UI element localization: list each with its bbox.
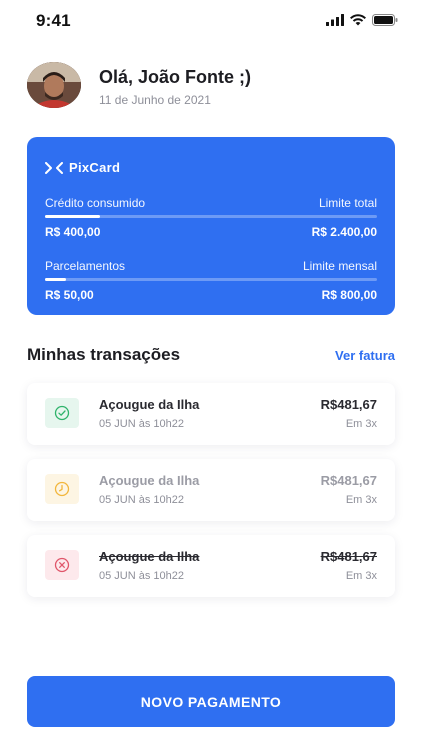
transaction-merchant: Açougue da Ilha bbox=[99, 397, 200, 412]
credit-consumed-value: R$ 400,00 bbox=[45, 225, 101, 239]
transaction-item-pending[interactable]: Açougue da Ilha 05 JUN às 10h22 R$481,67… bbox=[27, 459, 395, 521]
transaction-status-badge bbox=[45, 398, 79, 428]
status-icons bbox=[326, 14, 398, 26]
card-brand-name: PixCard bbox=[69, 160, 121, 175]
total-limit-value: R$ 2.400,00 bbox=[311, 225, 377, 239]
transaction-installments: Em 3x bbox=[345, 570, 377, 582]
transaction-installments: Em 3x bbox=[345, 494, 377, 506]
monthly-limit-value: R$ 800,00 bbox=[321, 288, 377, 302]
signal-icon bbox=[326, 14, 344, 26]
transaction-status-badge bbox=[45, 474, 79, 504]
x-circle-icon bbox=[54, 557, 70, 573]
credit-consumed-label: Crédito consumido bbox=[45, 196, 146, 210]
wifi-icon bbox=[350, 14, 366, 26]
greeting: Olá, João Fonte ;) bbox=[99, 67, 252, 87]
transaction-status-badge bbox=[45, 550, 79, 580]
installments-label: Parcelamentos bbox=[45, 259, 126, 273]
status-time: 9:41 bbox=[36, 11, 71, 30]
installments-progress-bar bbox=[45, 278, 377, 281]
transaction-item-approved[interactable]: Açougue da Ilha 05 JUN às 10h22 R$481,67… bbox=[27, 383, 395, 445]
installments-value: R$ 50,00 bbox=[45, 288, 94, 302]
clock-icon bbox=[54, 481, 70, 497]
current-date: 11 de Junho de 2021 bbox=[99, 93, 211, 107]
transaction-amount: R$481,67 bbox=[320, 397, 377, 412]
transaction-merchant: Açougue da Ilha bbox=[99, 549, 200, 564]
credit-card-summary[interactable]: PixCard Crédito consumido Limite total R… bbox=[27, 137, 395, 315]
transaction-item-cancelled[interactable]: Açougue da Ilha 05 JUN às 10h22 R$481,67… bbox=[27, 535, 395, 597]
user-header: Olá, João Fonte ;) 11 de Junho de 2021 bbox=[27, 62, 397, 110]
installments-progress-fill bbox=[45, 278, 66, 281]
transaction-amount: R$481,67 bbox=[320, 549, 377, 564]
transaction-merchant: Açougue da Ilha bbox=[99, 473, 200, 488]
transaction-amount: R$481,67 bbox=[320, 473, 377, 488]
battery-icon bbox=[372, 14, 398, 26]
transaction-installments: Em 3x bbox=[345, 418, 377, 430]
avatar[interactable] bbox=[27, 62, 81, 108]
check-circle-icon bbox=[54, 405, 70, 421]
card-brand: PixCard bbox=[45, 160, 120, 175]
new-payment-button[interactable]: NOVO PAGAMENTO bbox=[27, 676, 395, 727]
view-invoice-link[interactable]: Ver fatura bbox=[335, 348, 395, 363]
transaction-date: 05 JUN às 10h22 bbox=[99, 570, 184, 582]
monthly-limit-label: Limite mensal bbox=[302, 259, 377, 273]
credit-progress-fill bbox=[45, 215, 101, 218]
pix-logo-icon bbox=[45, 161, 63, 174]
transaction-date: 05 JUN às 10h22 bbox=[99, 494, 184, 506]
credit-progress-bar bbox=[45, 215, 377, 218]
total-limit-label: Limite total bbox=[318, 196, 377, 210]
transaction-date: 05 JUN às 10h22 bbox=[99, 418, 184, 430]
status-bar: 9:41 bbox=[0, 0, 422, 44]
transactions-title: Minhas transações bbox=[27, 345, 181, 364]
